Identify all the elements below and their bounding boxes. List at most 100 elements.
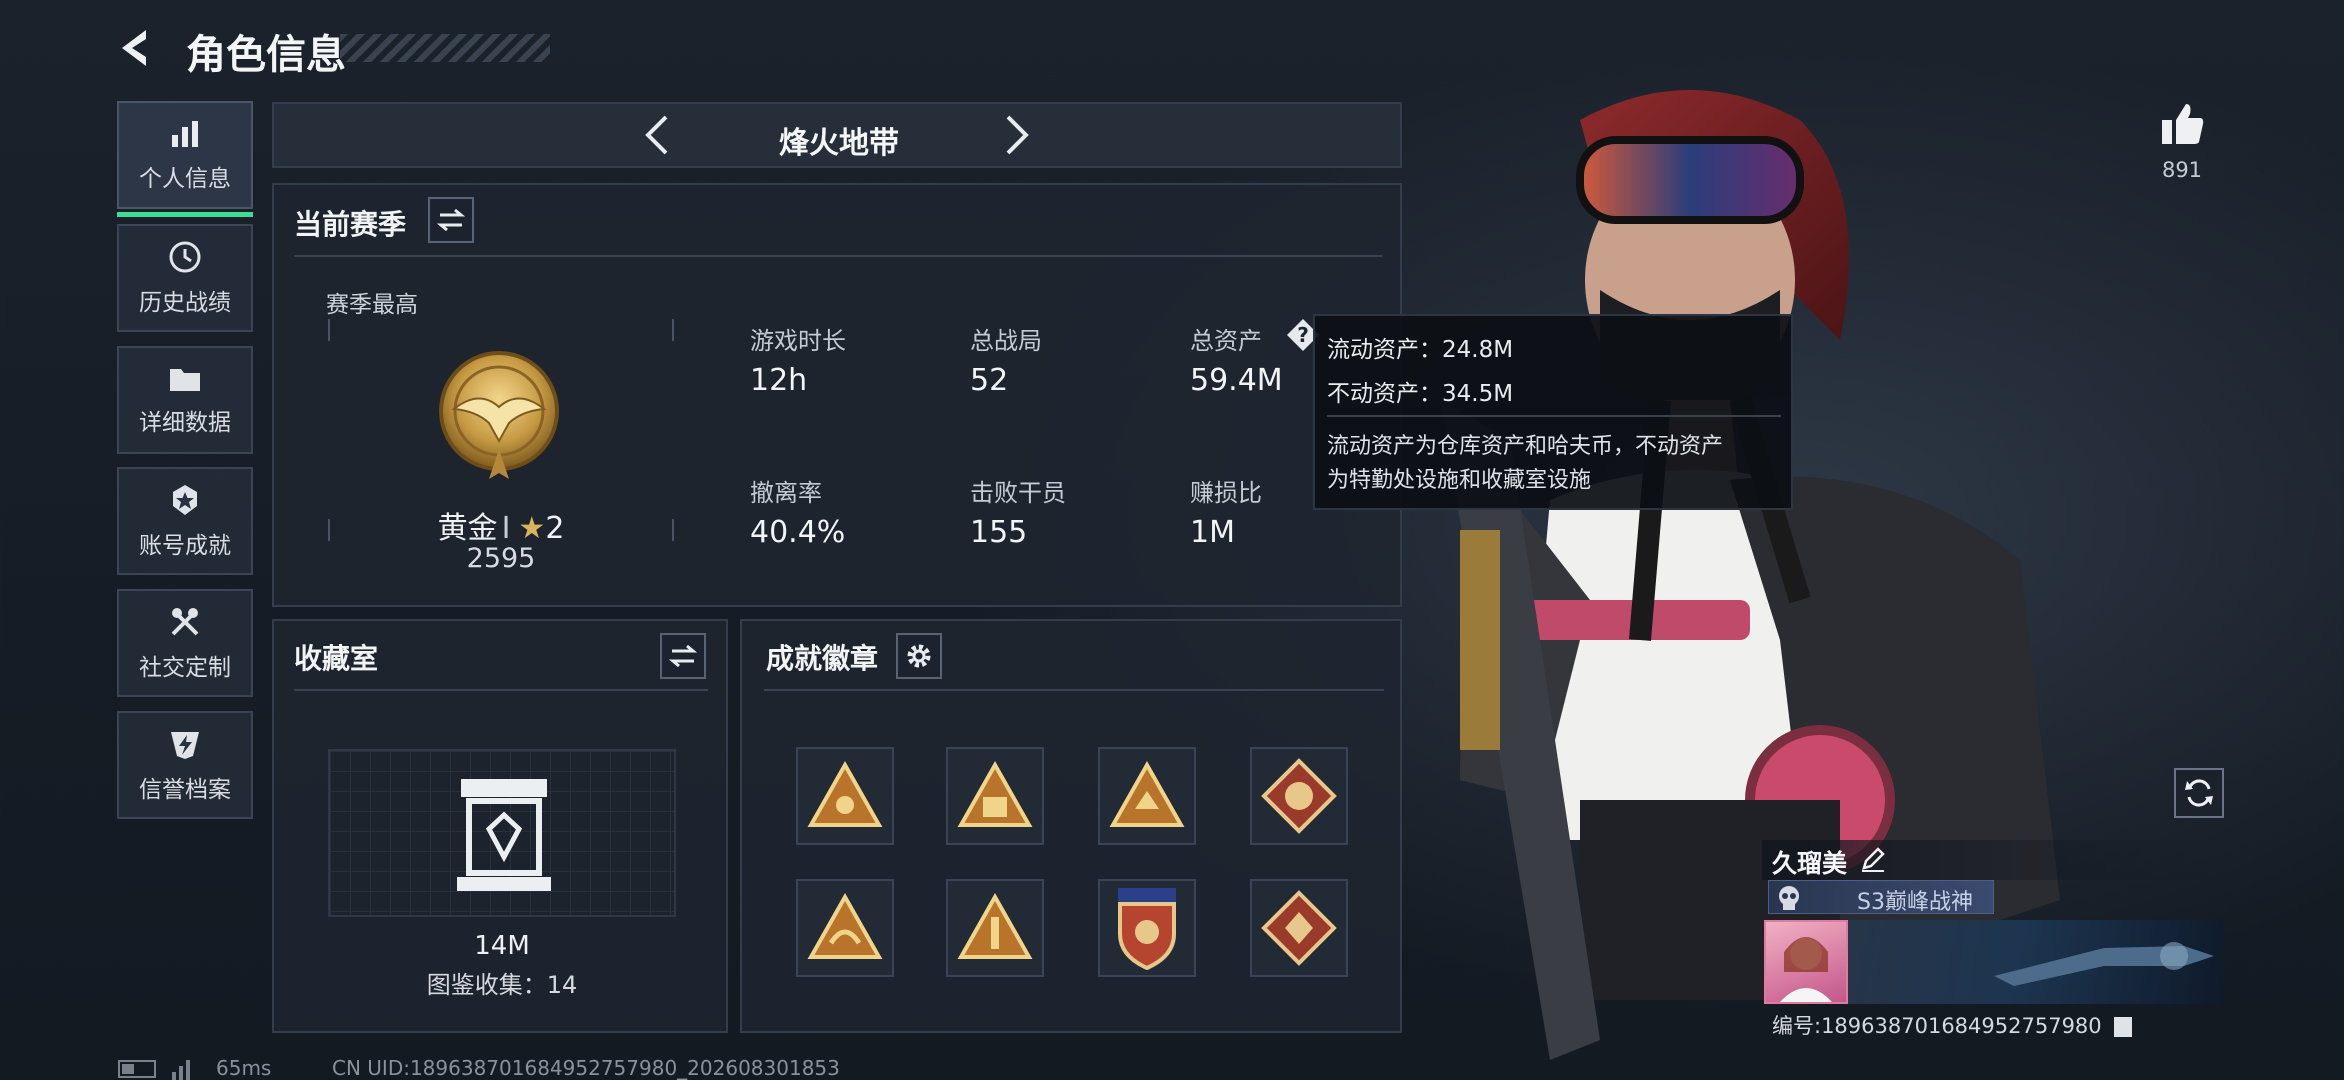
player-title-badge: S3巅峰战神 xyxy=(1768,880,1994,915)
star-icon: ★ xyxy=(518,511,546,546)
back-arrow-icon xyxy=(122,30,146,66)
season-switch-button[interactable] xyxy=(428,197,474,243)
rank-medal-icon xyxy=(434,349,564,489)
player-id-text: 编号:18963870168495275798​0 xyxy=(1772,1014,2102,1038)
svg-text:?: ? xyxy=(1297,323,1309,347)
diamond-badge-icon xyxy=(1261,890,1337,966)
tools-icon xyxy=(171,608,199,636)
stat-label: 总资产 xyxy=(1190,327,1262,355)
display-case-icon xyxy=(457,779,551,891)
uid-text: CN UID:18963870168495275798​0_2026083018… xyxy=(332,1056,840,1080)
page-title: 角色信息 xyxy=(186,32,346,78)
sidebar-item-history[interactable]: 历史战绩 xyxy=(117,224,253,332)
triangle-badge-icon xyxy=(957,761,1033,827)
sidebar-item-label: 信誉档案 xyxy=(139,777,231,803)
achievement-badge[interactable] xyxy=(1098,747,1196,845)
rank-tier: Ⅰ xyxy=(501,511,511,546)
like-button[interactable] xyxy=(2152,96,2212,152)
sidebar-item-detailed-data[interactable]: 详细数据 xyxy=(117,346,253,454)
triangle-badge-icon xyxy=(807,893,883,959)
achievement-badge[interactable] xyxy=(1250,747,1348,845)
achievements-title: 成就徽章 xyxy=(766,642,879,675)
collection-panel: 收藏室 14M 图鉴收集：14 xyxy=(272,619,728,1033)
collection-value: 14M xyxy=(474,931,530,961)
status-bar: 65ms CN UID:18963870168495275798​0_20260… xyxy=(118,1052,1418,1080)
tooltip-description-line1: 流动资产为仓库资产和哈夫币，不动资产 xyxy=(1327,434,1724,459)
rank-stars: 2 xyxy=(545,511,565,546)
sidebar-item-label: 账号成就 xyxy=(139,533,231,559)
bar-chart-icon xyxy=(172,121,198,147)
copy-icon[interactable] xyxy=(2114,1017,2133,1037)
stat-value: 1M xyxy=(1190,515,1235,550)
rank-score: 2595 xyxy=(466,543,536,574)
active-indicator xyxy=(117,212,253,217)
triangle-badge-icon xyxy=(1109,761,1185,827)
title-stripe-decoration xyxy=(340,34,550,62)
folder-icon xyxy=(170,369,200,391)
sidebar-item-label: 历史战绩 xyxy=(139,290,231,316)
season-panel: 当前赛季 赛季最高 黄金 Ⅰ ★2 2595 游戏时长 12h 总战局 52 总资产… xyxy=(272,183,1402,607)
avatar-portrait xyxy=(1780,937,1832,1002)
player-name: 久瑠美 xyxy=(1772,849,1848,878)
achievement-badge[interactable] xyxy=(946,747,1044,845)
tooltip-fixed-assets: 不动资产：34.5M xyxy=(1327,381,1514,407)
stat-value: 155 xyxy=(970,515,1028,550)
swap-icon xyxy=(437,208,465,232)
stat-value: 59.4M xyxy=(1190,363,1283,398)
battery-icon xyxy=(118,1060,156,1078)
achievement-badge[interactable] xyxy=(796,747,894,845)
skull-badge-icon xyxy=(1779,886,1799,910)
thumbs-up-icon xyxy=(2162,104,2204,144)
chevron-right-icon xyxy=(1006,115,1029,155)
achievement-badge[interactable] xyxy=(1098,879,1196,977)
like-count: 891 xyxy=(2161,158,2203,182)
shield-badge-icon xyxy=(1118,888,1176,970)
collection-preview[interactable] xyxy=(328,749,676,917)
sidebar-item-personal-info[interactable]: 个人信息 xyxy=(117,101,253,217)
season-best-label: 赛季最高 xyxy=(326,292,418,318)
season-title: 当前赛季 xyxy=(294,208,407,241)
swap-icon xyxy=(669,644,697,668)
divider xyxy=(764,689,1384,691)
pencil-icon xyxy=(1862,847,1885,872)
stat-value: 12h xyxy=(750,363,808,398)
mode-selector: 烽火地带 xyxy=(272,102,1402,168)
player-id: 编号:18963870168495275798​0 xyxy=(1772,1010,2133,1040)
back-button[interactable] xyxy=(112,24,160,72)
sidebar-item-social-custom[interactable]: 社交定制 xyxy=(117,589,253,697)
medal-star-icon xyxy=(173,485,197,515)
clock-history-icon xyxy=(169,241,201,273)
sidebar-item-label: 详细数据 xyxy=(139,410,231,436)
sidebar-item-credit-file[interactable]: 信誉档案 xyxy=(117,711,253,819)
shield-lightning-icon xyxy=(171,732,199,759)
divider xyxy=(1327,415,1781,417)
achievement-badge[interactable] xyxy=(1250,879,1348,977)
stat-value: 52 xyxy=(970,363,1009,398)
next-mode-button[interactable] xyxy=(994,112,1040,158)
stat-value: 40.4% xyxy=(750,515,846,550)
triangle-badge-icon xyxy=(807,761,883,827)
edit-name-button[interactable] xyxy=(1858,844,1888,874)
collection-switch-button[interactable] xyxy=(660,633,706,679)
divider xyxy=(294,255,1382,257)
achievement-badge[interactable] xyxy=(946,879,1044,977)
rank-name-text: 黄金 xyxy=(437,511,498,546)
achievements-settings-button[interactable] xyxy=(896,633,942,679)
stat-label: 赚损比 xyxy=(1190,479,1262,507)
tooltip-description-line2: 为特勤处设施和收藏室设施 xyxy=(1327,468,1592,493)
sidebar-item-label: 个人信息 xyxy=(139,166,231,192)
rank-name: 黄金 Ⅰ ★2 xyxy=(274,503,728,547)
achievement-badge[interactable] xyxy=(796,879,894,977)
divider xyxy=(294,689,708,691)
achievements-panel: 成就徽章 xyxy=(740,619,1402,1033)
stat-label: 击败干员 xyxy=(970,479,1066,507)
triangle-badge-icon xyxy=(957,893,1033,959)
rotate-character-button[interactable] xyxy=(2174,768,2224,818)
sidebar-item-achievements[interactable]: 账号成就 xyxy=(117,467,253,575)
avatar[interactable] xyxy=(1764,920,1848,1004)
stat-label: 游戏时长 xyxy=(750,327,846,355)
collection-title: 收藏室 xyxy=(294,642,379,675)
ping-text: 65ms xyxy=(216,1056,272,1080)
gear-icon xyxy=(907,644,931,668)
tooltip-liquid-assets: 流动资产：24.8M xyxy=(1327,337,1514,363)
